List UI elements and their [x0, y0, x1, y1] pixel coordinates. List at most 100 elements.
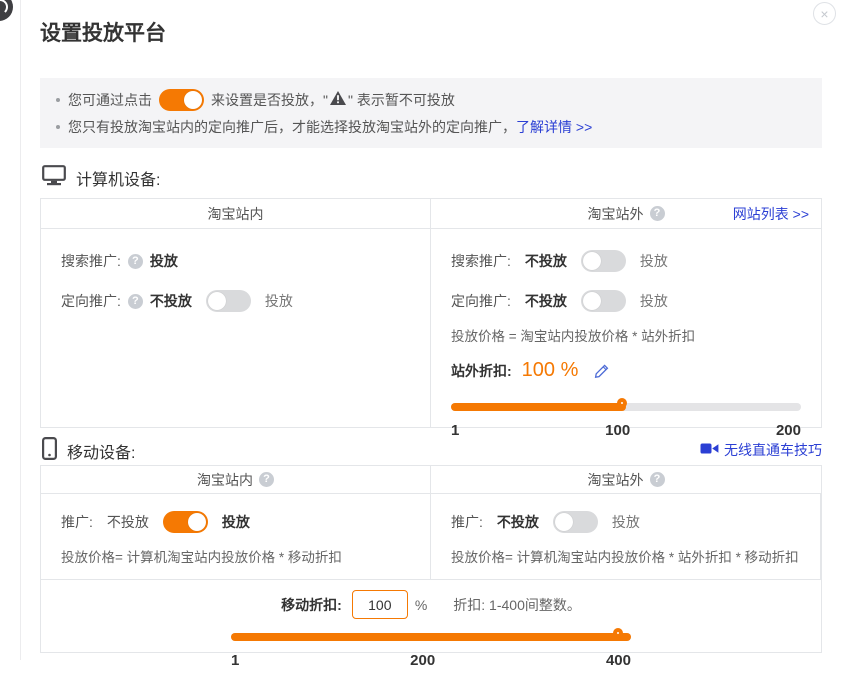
outside-discount-slider[interactable] [451, 398, 801, 416]
mobile-inside-promo-row: 推广: 不投放 投放 [61, 510, 410, 534]
outside-discount-slider-wrap: 1 100 200 [451, 398, 801, 439]
mobile-discount-hint: 折扣: 1-400间整数。 [453, 595, 581, 615]
bullet-icon [56, 125, 60, 129]
computer-table-header: 淘宝站内 淘宝站外 ? 网站列表 >> [41, 199, 821, 229]
state-off-label: 不投放 [525, 251, 567, 271]
computer-inside-cell: 搜索推广: ? 投放 定向推广: ? 不投放 投放 [41, 229, 431, 427]
set-platform-dialog: × 设置投放平台 您可通过点击 来设置是否投放，" " 表示暂不可投放 您只有投… [0, 0, 864, 676]
state-off-label: 不投放 [497, 512, 539, 532]
computer-section-title: 计算机设备: [76, 166, 160, 190]
bullet-icon [56, 98, 60, 102]
phone-icon [42, 437, 57, 465]
state-on-label: 投放 [222, 512, 250, 532]
computer-outside-target-row: 定向推广: 不投放 投放 [451, 289, 801, 313]
dialog-left-border [20, 0, 21, 660]
state-idle-label: 投放 [265, 291, 293, 311]
page-corner-badge [0, 0, 13, 21]
outside-discount-label: 站外折扣: [451, 361, 512, 381]
mobile-inside-formula: 投放价格= 计算机淘宝站内投放价格 * 移动折扣 [61, 546, 410, 566]
state-idle-label: 投放 [612, 512, 640, 532]
help-icon[interactable]: ? [128, 254, 143, 269]
mobile-outside-promo-row: 推广: 不投放 投放 [451, 510, 800, 534]
field-label: 定向推广: [451, 291, 511, 311]
state-idle-label: 投放 [640, 251, 668, 271]
slider-handle[interactable] [617, 398, 627, 408]
computer-inside-search-row: 搜索推广: ? 投放 [61, 249, 410, 273]
mobile-discount-row: 移动折扣: % 折扣: 1-400间整数。 1 200 400 [41, 579, 821, 675]
help-icon[interactable]: ? [128, 294, 143, 309]
slider-fill [231, 633, 631, 641]
outside-discount-value: 100 % [522, 359, 579, 382]
slider-handle[interactable] [613, 628, 623, 638]
field-label: 推广: [61, 512, 93, 532]
computer-outside-header: 淘宝站外 ? 网站列表 >> [431, 199, 821, 228]
mobile-inside-cell: 推广: 不投放 投放 投放价格= 计算机淘宝站内投放价格 * 移动折扣 [41, 494, 431, 579]
mobile-slider-labels: 1 200 400 [231, 652, 631, 669]
toggle-knob [555, 513, 573, 531]
mobile-discount-input[interactable] [352, 590, 408, 619]
example-toggle[interactable] [159, 89, 204, 111]
computer-inside-target-row: 定向推广: ? 不投放 投放 [61, 289, 410, 313]
learn-more-link[interactable]: 了解详情 >> [516, 117, 592, 137]
notice-text: 您只有投放淘宝站内的定向推广后，才能选择投放淘宝站外的定向推广， [68, 117, 516, 137]
outside-discount-row: 站外折扣: 100 % [451, 359, 801, 382]
site-list-link[interactable]: 网站列表 >> [733, 204, 809, 224]
notice-line-2: 您只有投放淘宝站内的定向推广后，才能选择投放淘宝站外的定向推广， 了解详情 >> [52, 113, 810, 140]
slider-mid-label: 100 [605, 422, 630, 439]
slider-min-label: 1 [231, 652, 239, 669]
mobile-table: 淘宝站内 ? 淘宝站外 ? 推广: 不投放 投放 投放价格= [40, 465, 822, 653]
column-title: 淘宝站外 [588, 470, 644, 490]
mobile-table-header: 淘宝站内 ? 淘宝站外 ? [41, 466, 821, 494]
video-camera-icon [700, 442, 719, 458]
mobile-outside-formula: 投放价格= 计算机淘宝站内投放价格 * 站外折扣 * 移动折扣 [451, 546, 800, 566]
computer-outside-search-toggle[interactable] [581, 250, 626, 272]
mobile-discount-slider-wrap: 1 200 400 [231, 628, 631, 669]
mobile-inside-promo-toggle[interactable] [163, 511, 208, 533]
state-off-label: 不投放 [525, 291, 567, 311]
outside-slider-labels: 1 100 200 [451, 422, 801, 439]
state-idle-label: 不投放 [107, 512, 149, 532]
slider-max-label: 400 [606, 652, 631, 669]
mobile-inside-header: 淘宝站内 ? [41, 466, 431, 493]
field-label: 搜索推广: [451, 251, 511, 271]
state-idle-label: 投放 [640, 291, 668, 311]
slider-max-label: 200 [776, 422, 801, 439]
toggle-knob [583, 292, 601, 310]
percent-unit: % [415, 597, 427, 613]
mobile-outside-promo-toggle[interactable] [553, 511, 598, 533]
computer-inside-target-toggle[interactable] [206, 290, 251, 312]
edit-pencil-icon[interactable] [594, 363, 610, 379]
state-off-label: 不投放 [150, 291, 192, 311]
column-title: 淘宝站内 [208, 204, 264, 224]
help-icon[interactable]: ? [259, 472, 274, 487]
mobile-discount-slider[interactable] [231, 628, 631, 646]
slider-min-label: 1 [451, 422, 459, 439]
toggle-knob [208, 292, 226, 310]
wireless-tips-link[interactable]: 无线直通车技巧 [724, 440, 822, 460]
notice-line-1: 您可通过点击 来设置是否投放，" " 表示暂不可投放 [52, 86, 810, 113]
mobile-discount-label: 移动折扣: [281, 595, 342, 615]
mobile-outside-header: 淘宝站外 ? [431, 466, 821, 493]
help-icon[interactable]: ? [650, 472, 665, 487]
field-label: 定向推广: [61, 291, 121, 311]
computer-section-heading: 计算机设备: [42, 165, 160, 191]
notice-text: 您可通过点击 [68, 90, 152, 110]
wireless-tips: 无线直通车技巧 [700, 440, 822, 460]
column-title: 淘宝站内 [197, 470, 253, 490]
monitor-icon [42, 165, 66, 191]
slider-fill [451, 403, 626, 411]
toggle-knob [188, 513, 206, 531]
computer-outside-target-toggle[interactable] [581, 290, 626, 312]
notice-text: 来设置是否投放，" [211, 90, 328, 110]
page-title: 设置投放平台 [40, 17, 166, 47]
slider-mid-label: 200 [410, 652, 435, 669]
close-icon[interactable]: × [813, 2, 836, 25]
mobile-outside-cell: 推广: 不投放 投放 投放价格= 计算机淘宝站内投放价格 * 站外折扣 * 移动… [431, 494, 821, 579]
help-icon[interactable]: ? [650, 206, 665, 221]
field-label: 搜索推广: [61, 251, 121, 271]
mobile-section-title: 移动设备: [67, 439, 135, 463]
toggle-knob [583, 252, 601, 270]
warning-triangle-icon [330, 91, 346, 108]
computer-inside-header: 淘宝站内 [41, 199, 431, 228]
computer-outside-cell: 搜索推广: 不投放 投放 定向推广: 不投放 投放 投 [431, 229, 821, 427]
